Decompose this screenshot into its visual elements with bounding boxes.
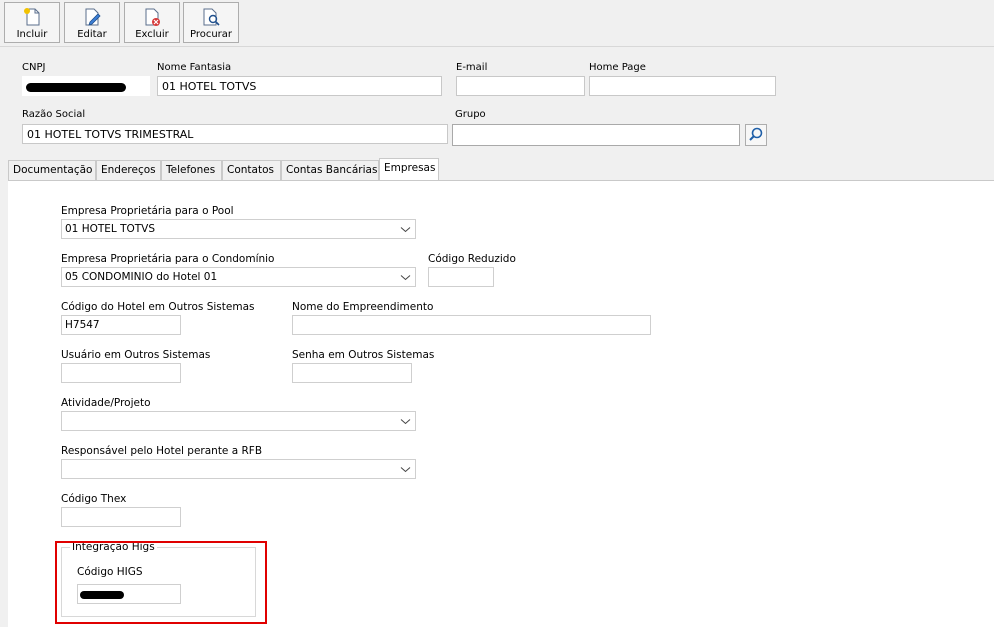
senha-field[interactable] [292, 363, 412, 383]
grupo-label: Grupo [455, 109, 486, 120]
usuario-field[interactable] [61, 363, 181, 383]
condominio-select[interactable]: 05 CONDOMINIO do Hotel 01 [61, 267, 416, 287]
pool-select[interactable]: 01 HOTEL TOTVS [61, 219, 416, 239]
codigo-hotel-label: Código do Hotel em Outros Sistemas [61, 301, 255, 313]
excluir-label: Excluir [135, 29, 169, 40]
tab-documentacao[interactable]: Documentação [8, 160, 96, 180]
highlight-box [55, 541, 267, 624]
codigo-hotel-field[interactable]: H7547 [61, 315, 181, 335]
razao-social-label: Razão Social [22, 109, 86, 120]
toolbar: Incluir Editar Excluir Procurar [0, 0, 994, 47]
delete-document-icon [145, 8, 160, 26]
edit-document-icon [85, 8, 101, 26]
pool-value: 01 HOTEL TOTVS [65, 223, 156, 235]
atividade-select[interactable] [61, 411, 416, 431]
pool-label: Empresa Proprietária para o Pool [61, 205, 234, 217]
condominio-label: Empresa Proprietária para o Condomínio [61, 253, 275, 265]
atividade-label: Atividade/Projeto [61, 397, 151, 409]
nome-fantasia-label: Nome Fantasia [157, 62, 232, 73]
tab-telefones[interactable]: Telefones [161, 160, 222, 180]
cnpj-label: CNPJ [22, 62, 46, 73]
chevron-down-icon [400, 467, 411, 473]
editar-label: Editar [77, 29, 107, 40]
codigo-reduzido-label: Código Reduzido [428, 253, 516, 265]
responsavel-label: Responsável pelo Hotel perante a RFB [61, 445, 263, 457]
grupo-field[interactable] [452, 124, 740, 146]
condominio-value: 05 CONDOMINIO do Hotel 01 [65, 271, 218, 283]
nome-empreendimento-field[interactable] [292, 315, 651, 335]
email-label: E-mail [456, 62, 488, 73]
home-page-field[interactable] [589, 76, 776, 96]
codigo-reduzido-field[interactable] [428, 267, 494, 287]
grupo-search-button[interactable] [745, 124, 767, 146]
cnpj-field[interactable] [22, 76, 150, 96]
redaction-mark [26, 83, 126, 92]
incluir-button[interactable]: Incluir [4, 2, 60, 43]
home-page-label: Home Page [589, 62, 646, 73]
codigo-thex-field[interactable] [61, 507, 181, 527]
senha-label: Senha em Outros Sistemas [292, 349, 435, 361]
razao-social-field[interactable]: 01 HOTEL TOTVS TRIMESTRAL [22, 124, 448, 144]
excluir-button[interactable]: Excluir [124, 2, 180, 43]
tab-contas-bancarias[interactable]: Contas Bancárias [281, 160, 379, 180]
new-document-icon [24, 8, 40, 26]
incluir-label: Incluir [16, 29, 48, 40]
usuario-label: Usuário em Outros Sistemas [61, 349, 211, 361]
editar-button[interactable]: Editar [64, 2, 120, 43]
chevron-down-icon [400, 275, 411, 281]
procurar-label: Procurar [189, 29, 233, 40]
chevron-down-icon [400, 419, 411, 425]
procurar-button[interactable]: Procurar [183, 2, 239, 43]
search-icon [749, 127, 763, 141]
tab-contatos[interactable]: Contatos [222, 160, 281, 180]
nome-fantasia-field[interactable]: 01 HOTEL TOTVS [157, 76, 442, 96]
email-field[interactable] [456, 76, 585, 96]
nome-empreendimento-label: Nome do Empreendimento [292, 301, 434, 313]
responsavel-select[interactable] [61, 459, 416, 479]
chevron-down-icon [400, 227, 411, 233]
codigo-thex-label: Código Thex [61, 493, 127, 505]
search-document-icon [203, 8, 220, 26]
tab-enderecos[interactable]: Endereços [96, 160, 161, 180]
tab-empresas[interactable]: Empresas [379, 158, 439, 180]
